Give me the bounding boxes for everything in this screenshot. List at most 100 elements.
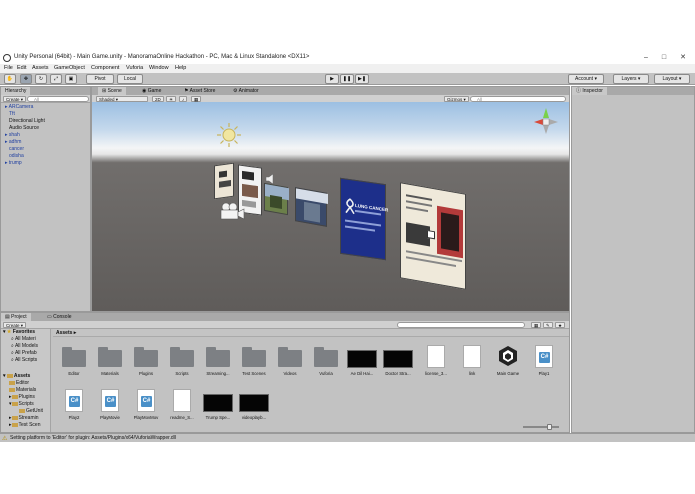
tree-getunit[interactable]: GetUnit [19,408,43,414]
asset-streaming[interactable]: Streaming... [201,341,235,381]
hand-tool-button[interactable]: ✋ [4,74,16,84]
asset-scripts[interactable]: Scripts [165,341,199,381]
directional-light-icon[interactable] [216,122,242,148]
tree-plugins[interactable]: ▸ Plugins [9,394,35,400]
tab-project[interactable]: ▤ Project [1,313,31,321]
hierarchy-item-directional-light[interactable]: Directional Light [9,118,45,124]
menu-window[interactable]: Window [149,65,169,71]
favorite-star-icon[interactable]: ★ [555,322,566,328]
target-card-1[interactable] [214,162,234,200]
hierarchy-item-cancer[interactable]: cancer [9,146,24,152]
folder-icon [19,408,25,413]
hierarchy-item-odisha[interactable]: odisha [9,153,24,159]
target-card-4[interactable] [295,187,328,227]
icon-size-slider[interactable] [523,424,559,430]
asset-materials[interactable]: Materials [93,341,127,381]
asset-videos[interactable]: Videos [273,341,307,381]
pivot-toggle[interactable]: Pivot [86,74,114,84]
asset-link[interactable]: link [455,341,489,381]
play-button[interactable]: ▶ [325,74,339,84]
menu-component[interactable]: Component [91,65,119,71]
hierarchy-item-shah[interactable]: ▸ shah [5,132,20,138]
lung-cancer-poster[interactable]: LUNG CANCER [340,177,388,261]
menu-gameobject[interactable]: GameObject [54,65,85,71]
tree-scripts[interactable]: ▾ Scripts [9,401,34,407]
hierarchy-item-audio-source[interactable]: Audio Source [9,125,39,131]
layers-dropdown[interactable]: Layers ▾ [613,74,649,84]
tree-test-scenes[interactable]: ▸ Test Scen [9,422,40,428]
tree-streaming[interactable]: ▸ Streamin [9,415,39,421]
asset-main-game[interactable]: Main Game [491,341,525,381]
account-label: Account [575,76,594,82]
camera-icon[interactable] [218,202,246,220]
asset-readme[interactable]: readme_S... [165,385,199,425]
project-create-button[interactable]: Create ▾ [3,322,27,328]
scale-tool-button[interactable]: ⤢ [50,74,62,84]
filter-by-label-icon[interactable]: ✎ [543,322,553,328]
tab-scene[interactable]: ⊞ Scene [98,87,126,95]
asset-trump-speech[interactable]: Trump Spe... [201,385,235,425]
step-button[interactable]: ▶❚ [355,74,369,84]
pause-button[interactable]: ❚❚ [340,74,354,84]
tab-game[interactable]: ◉ Game [138,87,166,95]
tree-assets[interactable]: ▾ Assets [3,373,30,379]
tab-console[interactable]: ▭ Console [43,313,76,321]
asset-editor[interactable]: Editor [57,341,91,381]
menu-bar: File Edit Assets GameObject Component Vu… [0,64,695,73]
target-card-3[interactable] [264,182,289,216]
target-card-newspaper[interactable] [400,182,466,290]
orientation-gizmo-icon[interactable] [530,106,562,136]
tree-all-prefabs[interactable]: ⌕ All Prefab [11,350,37,356]
menu-assets[interactable]: Assets [32,65,49,71]
tree-all-models[interactable]: ⌕ All Models [11,343,38,349]
status-message[interactable]: Setting platform to 'Editor' for plugin:… [10,435,176,441]
account-dropdown[interactable]: Account ▾ [568,74,604,84]
asset-plugins[interactable]: Plugins [129,341,163,381]
hierarchy-item-tft[interactable]: Tft [9,111,15,117]
asset-license[interactable]: license_3... [419,341,453,381]
tab-asset-store[interactable]: ⚑ Asset Store [180,87,220,95]
scene-viewport[interactable]: LUNG CANCER [92,102,569,311]
layout-label: Layout [662,76,678,82]
move-tool-button[interactable]: ✥ [20,74,32,84]
rotate-tool-button[interactable]: ↻ [35,74,47,84]
asset-ae-dil-hai[interactable]: Ae Dil Hai... [345,341,379,381]
tab-animator[interactable]: ⚙ Animator [229,87,263,95]
maximize-button[interactable]: □ [657,53,671,63]
rect-tool-button[interactable]: ▣ [65,74,77,84]
folder-icon [242,347,266,367]
asset-play1[interactable]: C# Play1 [527,341,561,381]
hierarchy-search-input[interactable]: All [27,96,89,102]
breadcrumb[interactable]: Assets ▸ [53,329,569,337]
menu-help[interactable]: Help [175,65,186,71]
close-button[interactable]: ✕ [676,53,690,63]
asset-playmovmov[interactable]: C# PlayMovMov [129,385,163,425]
tree-editor[interactable]: Editor [9,380,29,386]
tree-all-scripts[interactable]: ⌕ All Scripts [11,357,37,363]
menu-vuforia[interactable]: Vuforia [126,65,143,71]
menu-file[interactable]: File [4,65,13,71]
tree-materials[interactable]: Materials [9,387,36,393]
tree-all-materials[interactable]: ⌕ All Materi [11,336,36,342]
filter-by-type-icon[interactable]: ▦ [531,322,542,328]
local-toggle[interactable]: Local [117,74,143,84]
layout-dropdown[interactable]: Layout ▾ [654,74,690,84]
asset-vuforia[interactable]: Vuforia [309,341,343,381]
menu-edit[interactable]: Edit [17,65,26,71]
asset-doctor-strange[interactable]: Doctor Stra... [381,341,415,381]
asset-playmovie[interactable]: C# PlayMovie [93,385,127,425]
tab-hierarchy[interactable]: Hierarchy [1,87,31,95]
unity-scene-icon [499,346,517,366]
tab-inspector[interactable]: ⓘ Inspector [572,87,607,95]
project-search-input[interactable] [397,322,525,328]
tree-favorites[interactable]: ▾ ★ Favorites [3,329,35,335]
hierarchy-create-button[interactable]: Create ▾ [3,96,27,102]
minimize-button[interactable]: – [639,53,653,63]
hierarchy-item-arcamera[interactable]: ▸ ARCamera [5,104,33,110]
hierarchy-item-trump[interactable]: ▸ trump [5,160,22,166]
slider-handle[interactable] [547,424,552,430]
asset-videoplayback[interactable]: videoplayb... [237,385,271,425]
asset-test-scenes[interactable]: Test Scenes [237,341,271,381]
hierarchy-item-adhm[interactable]: ▸ adhm [5,139,21,145]
asset-play2[interactable]: C# Play2 [57,385,91,425]
